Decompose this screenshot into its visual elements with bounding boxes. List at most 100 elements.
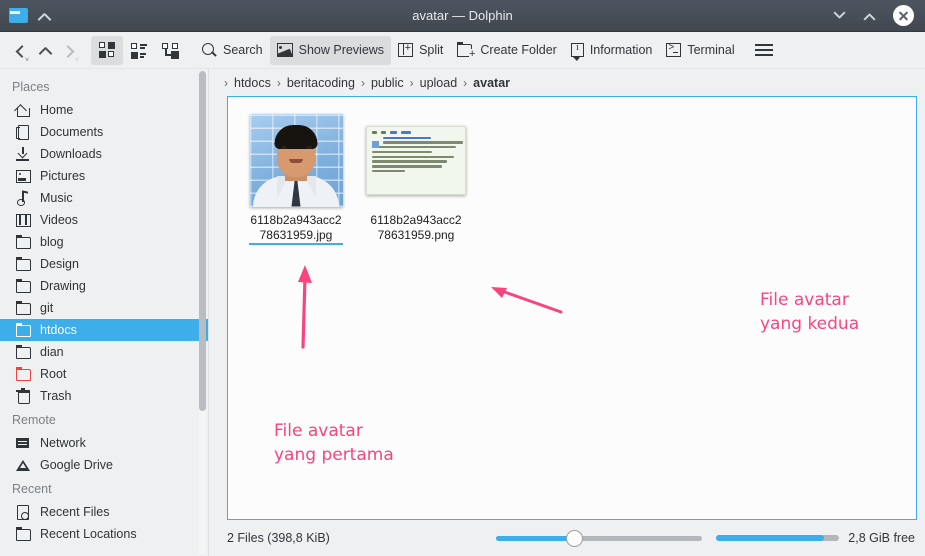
zoom-slider-fill [496, 536, 575, 541]
folder-icon [9, 7, 28, 24]
file-view[interactable]: 6118b2a943acc2 78631959.jpg 6118b2a943ac… [227, 96, 917, 520]
main-menu-button[interactable] [742, 36, 780, 65]
file-name-jpg: 6118b2a943acc2 78631959.jpg [249, 213, 343, 245]
sidebar-item-label: Pictures [40, 169, 86, 183]
annotation-arrow-left-icon [491, 287, 563, 314]
breadcrumb-separator: › [409, 75, 414, 90]
maximize-icon[interactable] [863, 8, 879, 24]
screenshot-avatar [372, 140, 379, 148]
back-button[interactable]: ˅ [8, 36, 33, 65]
split-icon [398, 41, 414, 57]
sidebar-item-dian[interactable]: dian [0, 341, 209, 363]
breadcrumb-item-htdocs[interactable]: htdocs [234, 76, 271, 90]
sidebar-item-drawing[interactable]: Drawing [0, 275, 209, 297]
forward-button: ˅ [58, 36, 83, 65]
breadcrumb-item-avatar[interactable]: avatar [473, 76, 510, 90]
view-compact-icon [130, 41, 148, 59]
sidebar-item-label: Videos [40, 213, 78, 227]
photo-eye-left [280, 146, 287, 149]
folder-icon [15, 300, 31, 316]
file-name-line2: 78631959.jpg [259, 228, 333, 242]
view-mode-details-button[interactable] [155, 36, 187, 65]
sidebar-item-design[interactable]: Design [0, 253, 209, 275]
status-bar: 2 Files (398,8 KiB) 2,8 GiB free [209, 520, 925, 556]
sidebar-item-label: Home [40, 103, 74, 117]
sidebar-item-home[interactable]: Home [0, 99, 209, 121]
sidebar-item-videos[interactable]: Videos [0, 209, 209, 231]
sidebar-item-label: Google Drive [40, 458, 113, 472]
close-icon[interactable] [893, 5, 914, 26]
search-button[interactable]: Search [195, 36, 270, 65]
capacity-bar-fill [716, 535, 825, 541]
sidebar-item-music[interactable]: Music [0, 187, 209, 209]
sidebar-item-pictures[interactable]: Pictures [0, 165, 209, 187]
show-previews-button[interactable]: Show Previews [269, 35, 392, 65]
documents-icon [15, 124, 31, 140]
breadcrumb-separator: › [276, 75, 281, 90]
title-bar: avatar — Dolphin [0, 0, 925, 32]
sidebar-item-label: Recent Files [40, 505, 110, 519]
forward-icon [64, 44, 77, 58]
videos-icon [15, 212, 31, 228]
create-folder-label: Create Folder [480, 43, 557, 57]
title-bar-left [0, 7, 52, 24]
sidebar-item-downloads[interactable]: Downloads [0, 143, 209, 165]
sidebar-item-label: Trash [40, 389, 72, 403]
network-icon [15, 435, 31, 451]
file-name-png: 6118b2a943acc2 78631959.png [369, 213, 462, 243]
annotation-text-second: File avatar yang kedua [760, 288, 859, 336]
sidebar-item-google-drive[interactable]: Google Drive [0, 454, 209, 476]
window-title: avatar — Dolphin [412, 7, 513, 23]
sidebar-item-label: Music [40, 191, 73, 205]
back-dropdown-icon[interactable]: ˅ [25, 57, 32, 64]
chevron-up-icon[interactable] [38, 9, 52, 23]
sidebar-item-recent-files[interactable]: Recent Files [0, 501, 209, 523]
sidebar-group-places: Places [12, 80, 50, 94]
sidebar-item-git[interactable]: git [0, 297, 209, 319]
sidebar-item-documents[interactable]: Documents [0, 121, 209, 143]
sidebar-item-htdocs[interactable]: htdocs [0, 319, 209, 341]
sidebar-item-blog[interactable]: blog [0, 231, 209, 253]
create-folder-button[interactable]: + Create Folder [450, 36, 563, 65]
sidebar-item-label: dian [40, 345, 64, 359]
view-mode-icons-button[interactable] [91, 35, 123, 65]
photo-hair [274, 124, 318, 149]
terminal-button[interactable]: Terminal [659, 36, 741, 65]
zoom-slider-handle[interactable] [566, 530, 584, 547]
file-grid: 6118b2a943acc2 78631959.jpg 6118b2a943ac… [228, 97, 916, 249]
content-area: › htdocs › beritacoding › public › uploa… [209, 69, 925, 556]
annotation-line1: File avatar [760, 290, 849, 310]
breadcrumb-item-public[interactable]: public [371, 76, 404, 90]
up-button[interactable] [33, 36, 58, 65]
file-name-line1: 6118b2a943acc2 [250, 213, 342, 227]
sidebar-item-label: Documents [40, 125, 104, 139]
photo-thumbnail-icon [249, 113, 343, 207]
breadcrumb-item-beritacoding[interactable]: beritacoding [287, 76, 355, 90]
split-button[interactable]: Split [391, 36, 450, 65]
breadcrumb-item-upload[interactable]: upload [420, 76, 458, 90]
minimize-icon[interactable] [833, 8, 849, 24]
folder-icon [15, 234, 31, 250]
sidebar-scrollbar-thumb[interactable] [199, 71, 206, 411]
places-sidebar: Places Home Documents Downloads Pictures… [0, 69, 209, 556]
forward-dropdown-icon: ˅ [75, 56, 80, 64]
main-area: Places Home Documents Downloads Pictures… [0, 69, 925, 556]
information-button[interactable]: Information [564, 36, 660, 65]
annotation-line1: File avatar [274, 421, 363, 441]
trash-icon [15, 388, 31, 404]
file-item-jpg[interactable]: 6118b2a943acc2 78631959.jpg [238, 109, 354, 249]
sidebar-item-network[interactable]: Network [0, 432, 209, 454]
folder-icon [15, 256, 31, 272]
sidebar-item-trash[interactable]: Trash [0, 385, 209, 407]
view-icons-icon [98, 41, 116, 59]
view-mode-compact-button[interactable] [123, 36, 155, 65]
zoom-slider[interactable] [496, 530, 703, 547]
sidebar-item-recent-locations[interactable]: Recent Locations [0, 523, 209, 545]
image-preview-icon [276, 43, 293, 57]
sidebar-item-label: Recent Locations [40, 527, 137, 541]
sidebar-item-root[interactable]: Root [0, 363, 209, 385]
terminal-label: Terminal [687, 43, 735, 57]
screenshot-text-lines [383, 136, 463, 144]
file-item-png[interactable]: 6118b2a943acc2 78631959.png [358, 109, 474, 249]
breadcrumb-separator: › [224, 75, 228, 90]
